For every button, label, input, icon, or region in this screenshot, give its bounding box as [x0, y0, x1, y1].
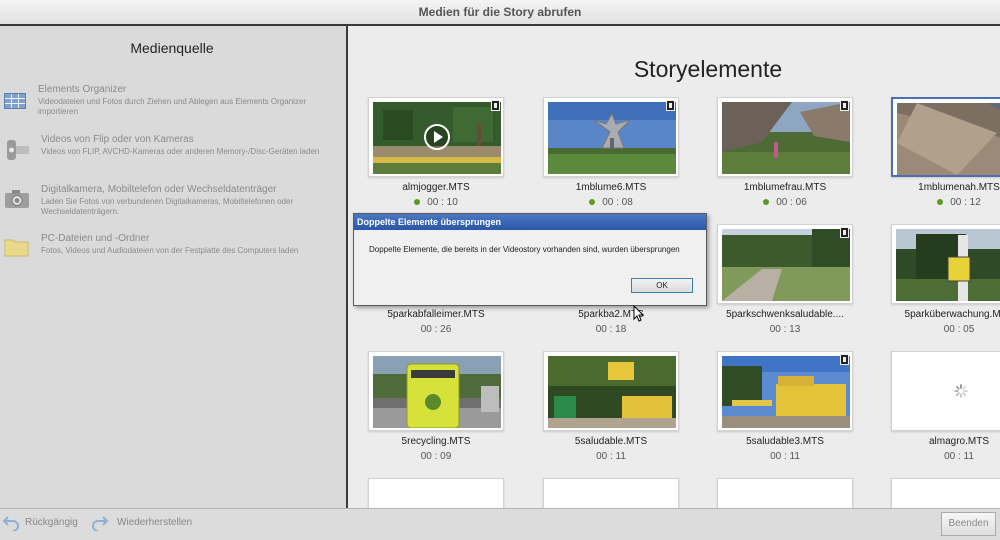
- play-icon[interactable]: [423, 123, 451, 156]
- source-elements-organizer[interactable]: Elements Organizer Videodateien und Foto…: [0, 82, 344, 122]
- panel-title: Storyelemente: [633, 56, 783, 82]
- status-dot: [589, 199, 596, 206]
- camcorder-icon: [4, 138, 30, 167]
- camera-icon: [4, 189, 30, 214]
- file-name: 5parküberwachung.MTS: [904, 309, 1000, 320]
- status-dot: [763, 199, 770, 206]
- duration: 00 : 11: [770, 451, 800, 462]
- thumbnail-image: [548, 102, 676, 174]
- file-name: 5parkschwenksaludable....: [726, 309, 844, 320]
- duration: 00 : 08: [521, 197, 701, 208]
- duration: 00 : 13: [769, 324, 801, 335]
- thumbnail-image: [897, 103, 1000, 175]
- media-thumbnail[interactable]: [368, 478, 504, 508]
- media-thumbnail[interactable]: [543, 478, 679, 508]
- source-title: Digitalkamera, Mobiltelefon oder Wechsel…: [41, 184, 277, 195]
- thumbnail-image: [722, 102, 850, 174]
- film-icon: [491, 100, 500, 111]
- film-icon: [840, 100, 849, 111]
- undo-button[interactable]: Rückgängig: [25, 517, 78, 528]
- source-title: PC-Dateien und -Ordner: [41, 233, 150, 244]
- source-description: Laden Sie Fotos von verbundenen Digitalk…: [41, 197, 294, 216]
- film-icon: [666, 100, 675, 111]
- file-name: 5saludable.MTS: [574, 436, 648, 447]
- thumbnail-image: [722, 229, 850, 301]
- undo-icon[interactable]: [2, 515, 20, 536]
- file-name: 1mblumefrau.MTS: [743, 182, 827, 193]
- file-name: 5parkabfalleimer.MTS: [387, 309, 485, 320]
- file-name: almjogger.MTS: [402, 182, 470, 193]
- source-description: Videodateien und Fotos durch Ziehen und …: [38, 97, 307, 116]
- file-name: almagro.MTS: [928, 436, 989, 447]
- source-flip-cameras[interactable]: Videos von Flip oder von Kameras Videos …: [0, 132, 344, 172]
- loading-spinner-icon: [954, 384, 968, 403]
- film-icon: [840, 354, 849, 365]
- duplicates-skipped-dialog: Doppelte Elemente übersprungen Doppelte …: [353, 213, 707, 306]
- redo-button[interactable]: Wiederherstellen: [117, 517, 192, 528]
- source-pc-files[interactable]: PC-Dateien und -Ordner Fotos, Videos und…: [0, 231, 344, 271]
- source-title: Videos von Flip oder von Kameras: [41, 134, 194, 145]
- file-name: 1mblume6.MTS: [575, 182, 647, 193]
- media-source-sidebar: Medienquelle Elements Organizer Videodat…: [0, 26, 348, 508]
- media-thumbnail[interactable]: [891, 478, 1000, 508]
- redo-icon[interactable]: [91, 515, 109, 536]
- media-thumbnail-loading[interactable]: [891, 351, 1000, 431]
- duration: 00 : 11: [596, 451, 626, 462]
- media-thumbnail[interactable]: [891, 224, 1000, 304]
- duration: 00 : 09: [420, 451, 452, 462]
- film-icon: [840, 227, 849, 238]
- source-title: Elements Organizer: [38, 84, 127, 95]
- media-thumbnail[interactable]: [543, 97, 679, 177]
- bottom-toolbar: Rückgängig Wiederherstellen Beenden: [0, 508, 1000, 540]
- dialog-message: Doppelte Elemente, die bereits in der Vi…: [369, 245, 680, 254]
- thumbnail-image: [722, 356, 850, 428]
- duration: 00 : 10: [350, 197, 526, 208]
- finish-button[interactable]: Beenden: [941, 512, 996, 536]
- window-title: Medien für die Story abrufen: [0, 0, 1000, 26]
- media-thumbnail-selected[interactable]: [891, 97, 1000, 177]
- media-thumbnail[interactable]: [717, 351, 853, 431]
- file-name: 5saludable3.MTS: [746, 436, 824, 447]
- media-thumbnail[interactable]: [368, 351, 504, 431]
- window: Medien für die Story abrufen Medienquell…: [0, 0, 1000, 540]
- source-description: Fotos, Videos und Audiodateien von der F…: [41, 246, 299, 255]
- duration: 00 : 06: [695, 197, 875, 208]
- media-thumbnail[interactable]: [717, 224, 853, 304]
- duration: 00 : 05: [943, 324, 975, 335]
- duration: 00 : 18: [595, 324, 627, 335]
- duration: 00 : 11: [944, 451, 974, 462]
- status-dot: [414, 199, 421, 206]
- thumbnail-image: [548, 356, 676, 428]
- thumbnail-image: [896, 229, 1000, 301]
- thumbnail-image: [373, 356, 501, 428]
- grid-icon: [4, 93, 26, 114]
- folder-icon: [4, 237, 30, 262]
- media-thumbnail[interactable]: [543, 351, 679, 431]
- file-name: 1mblumenah.MTS: [918, 182, 1000, 193]
- media-thumbnail[interactable]: [717, 478, 853, 508]
- dialog-title: Doppelte Elemente übersprungen: [354, 214, 706, 230]
- mouse-cursor-icon: [633, 304, 645, 327]
- status-dot: [937, 199, 944, 206]
- media-thumbnail[interactable]: [717, 97, 853, 177]
- file-name: 5parkba2.MTS: [578, 309, 644, 320]
- media-thumbnail[interactable]: [368, 97, 504, 177]
- duration: 00 : 12: [869, 197, 1000, 208]
- sidebar-title: Medienquelle: [130, 40, 214, 56]
- file-name: 5recycling.MTS: [401, 436, 471, 447]
- duration: 00 : 26: [420, 324, 452, 335]
- source-description: Videos von FLIP, AVCHD-Kameras oder ande…: [41, 147, 320, 156]
- source-digital-camera[interactable]: Digitalkamera, Mobiltelefon oder Wechsel…: [0, 182, 344, 222]
- ok-button[interactable]: OK: [631, 278, 693, 293]
